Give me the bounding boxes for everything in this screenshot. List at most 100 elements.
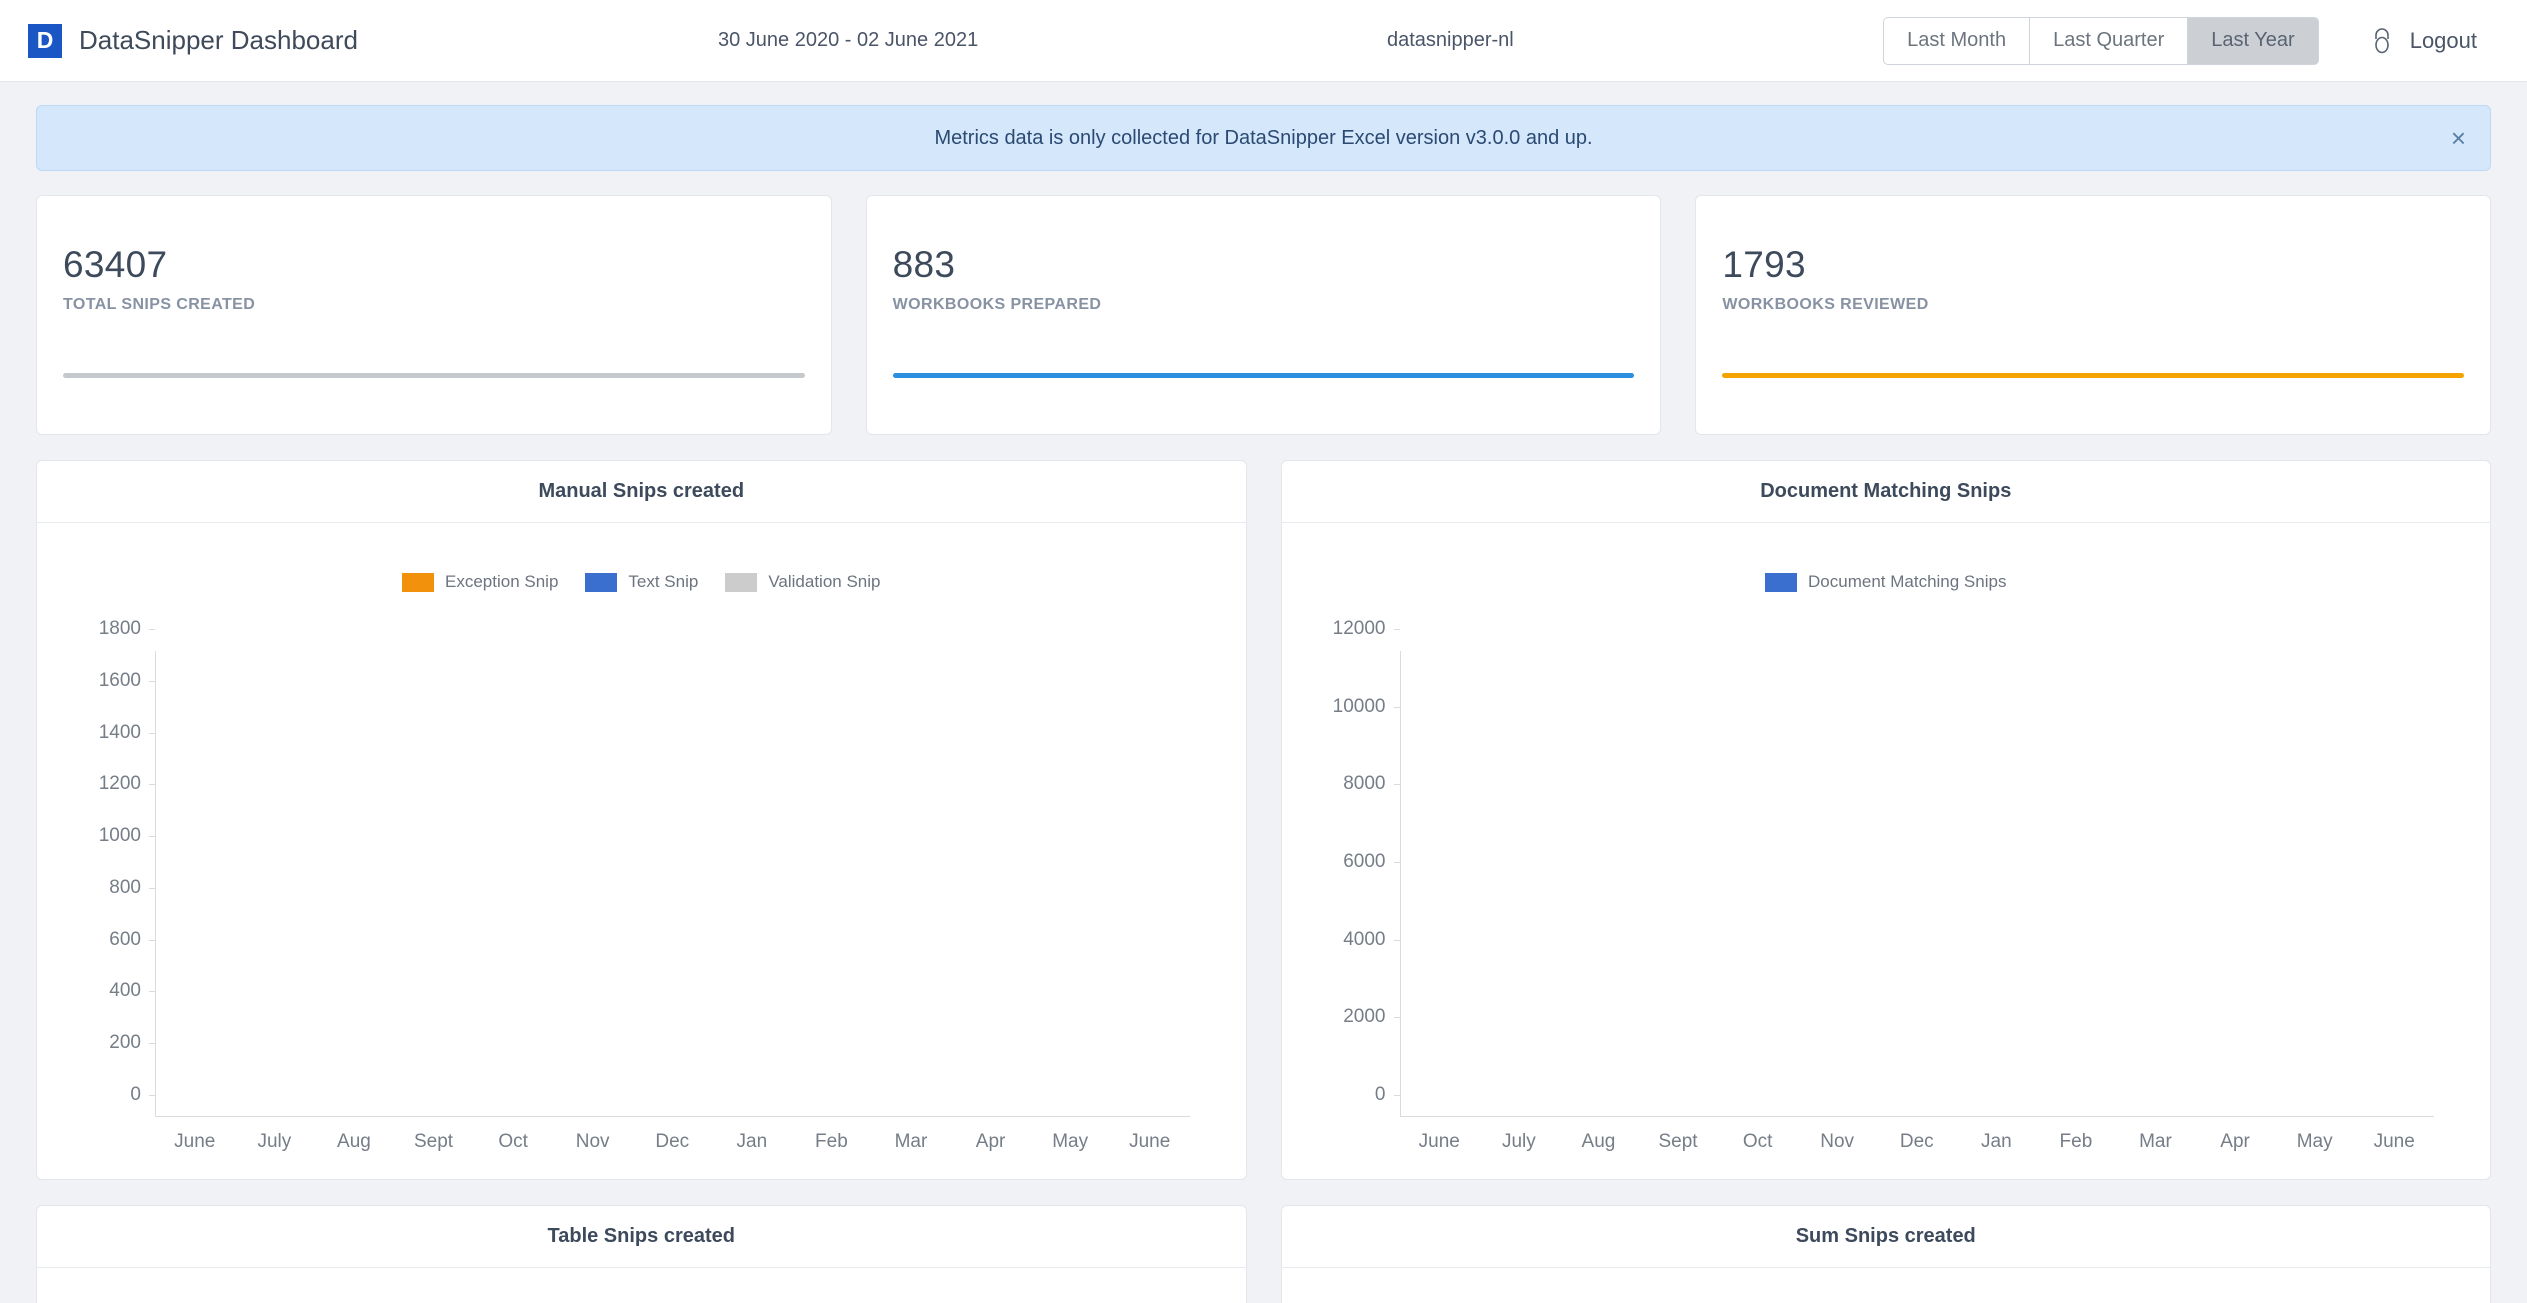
chart-card-manual-snips-created: Manual Snips created Exception Snip Text … bbox=[36, 460, 1247, 1180]
bar-group[interactable]: June bbox=[2354, 651, 2434, 1152]
legend-label: Document Matching Snips bbox=[1808, 572, 2007, 591]
legend-swatch-icon bbox=[585, 572, 618, 592]
bar-group[interactable]: Aug bbox=[1559, 651, 1639, 1152]
bar-group[interactable]: Jan bbox=[1957, 651, 2037, 1152]
y-axis-tick-label: 800 bbox=[109, 877, 155, 899]
stat-label: WORKBOOKS REVIEWED bbox=[1722, 296, 1929, 313]
bar-group[interactable]: June bbox=[1400, 651, 1480, 1152]
x-axis-tick-label: Oct bbox=[498, 1131, 528, 1152]
legend-item[interactable]: Validation Snip bbox=[725, 572, 881, 592]
y-axis-tick-label: 6000 bbox=[1343, 851, 1400, 873]
chart-plot-area: June July Aug Sept Oct Nov Dec Jan Feb Mar Apr May J… bbox=[1333, 618, 2435, 1152]
brand: D DataSnipper Dashboard bbox=[28, 23, 358, 58]
x-axis-tick-label: Jan bbox=[736, 1131, 768, 1152]
x-axis-tick-label: Dec bbox=[655, 1131, 690, 1152]
bar-group[interactable]: Jan bbox=[712, 651, 792, 1152]
header-actions: Last Month Last Quarter Last Year Logout bbox=[1883, 16, 2499, 65]
bar-group[interactable]: Sept bbox=[1638, 651, 1718, 1152]
bar-group[interactable]: Nov bbox=[1797, 651, 1877, 1152]
x-axis-tick-label: Jan bbox=[1981, 1131, 2012, 1152]
range-button-last-quarter[interactable]: Last Quarter bbox=[2030, 16, 2189, 65]
y-axis-tick-label: 1400 bbox=[99, 722, 156, 744]
x-axis-tick-label: June bbox=[2373, 1131, 2415, 1152]
chart-title: Sum Snips created bbox=[1281, 1206, 2490, 1268]
x-axis-tick-label: Feb bbox=[2059, 1131, 2093, 1152]
bar-group[interactable]: June bbox=[1110, 651, 1190, 1152]
stat-progress-bar bbox=[63, 373, 805, 378]
legend-item[interactable]: Document Matching Snips bbox=[1765, 572, 2006, 592]
stat-value: 883 bbox=[892, 244, 956, 285]
stat-progress-bar bbox=[892, 373, 1635, 378]
y-axis-tick-label: 0 bbox=[130, 1084, 155, 1106]
bar-group[interactable]: Feb bbox=[792, 651, 872, 1152]
stat-value: 63407 bbox=[63, 244, 168, 285]
logout-button[interactable]: Logout bbox=[2371, 28, 2477, 54]
bar-group[interactable]: Feb bbox=[2036, 651, 2116, 1152]
x-axis-tick-label: July bbox=[257, 1131, 292, 1152]
datasnipper-logo-icon: D bbox=[28, 23, 62, 58]
stat-card-workbooks-reviewed: 1793 WORKBOOKS REVIEWED bbox=[1695, 195, 2492, 435]
x-axis-tick-label: May bbox=[2296, 1131, 2333, 1152]
legend-item[interactable]: Text Snip bbox=[585, 572, 698, 592]
logout-label: Logout bbox=[2409, 27, 2477, 53]
x-axis-tick-label: Mar bbox=[2139, 1131, 2172, 1152]
bar-group[interactable]: Mar bbox=[871, 651, 951, 1152]
y-axis-tick-label: 12000 bbox=[1333, 618, 1400, 640]
y-axis-tick-label: 8000 bbox=[1343, 773, 1400, 795]
close-icon[interactable]: × bbox=[2451, 125, 2466, 151]
chart-legend: Table Snip bbox=[37, 1268, 1246, 1303]
x-axis-tick-label: June bbox=[174, 1131, 216, 1152]
x-axis-tick-label: Oct bbox=[1742, 1131, 1773, 1152]
x-axis-tick-label: Nov bbox=[1820, 1131, 1855, 1152]
bar-group[interactable]: July bbox=[235, 651, 315, 1152]
y-axis-tick-label: 10000 bbox=[1333, 696, 1400, 718]
bar-group[interactable]: May bbox=[1030, 651, 1110, 1152]
stat-label: WORKBOOKS PREPARED bbox=[892, 296, 1102, 313]
legend-label: Exception Snip bbox=[445, 572, 559, 591]
chart-card-sum-snips-created: Sum Snips created Sum Snip 140 bbox=[1280, 1205, 2491, 1303]
y-axis-tick-label: 0 bbox=[1375, 1084, 1400, 1106]
info-banner-message: Metrics data is only collected for DataS… bbox=[934, 126, 1593, 149]
x-axis-tick-label: June bbox=[1129, 1131, 1171, 1152]
chart-legend: Sum Snip bbox=[1282, 1268, 2491, 1303]
bar-group[interactable]: June bbox=[155, 651, 235, 1152]
legend-swatch-icon bbox=[402, 572, 434, 592]
legend-label: Validation Snip bbox=[768, 572, 881, 591]
legend-swatch-icon bbox=[725, 572, 758, 592]
bar-group[interactable]: Apr bbox=[951, 651, 1031, 1152]
bar-group[interactable]: Dec bbox=[632, 651, 712, 1152]
bar-group[interactable]: Oct bbox=[1718, 651, 1798, 1152]
x-axis-tick-label: Dec bbox=[1899, 1131, 1934, 1152]
y-axis-tick-label: 1600 bbox=[99, 670, 156, 692]
y-axis-tick-label: 2000 bbox=[1343, 1006, 1400, 1028]
x-axis-tick-label: Aug bbox=[1581, 1131, 1616, 1152]
bar-group[interactable]: July bbox=[1479, 651, 1559, 1152]
chart-title: Table Snips created bbox=[37, 1206, 1246, 1268]
stat-label: TOTAL SNIPS CREATED bbox=[63, 296, 256, 313]
range-button-last-month[interactable]: Last Month bbox=[1883, 16, 2031, 65]
date-range-label: 30 June 2020 - 02 June 2021 bbox=[718, 29, 979, 51]
bar-series-container: June July Aug Sept Oct Nov Dec Jan Feb Mar Apr May J… bbox=[155, 651, 1190, 1152]
x-axis-tick-label: Mar bbox=[894, 1131, 928, 1152]
stat-card-workbooks-prepared: 883 WORKBOOKS PREPARED bbox=[865, 195, 1662, 435]
chart-title: Document Matching Snips bbox=[1281, 461, 2490, 523]
chart-title: Manual Snips created bbox=[37, 461, 1246, 523]
chart-card-document-matching-snips: Document Matching Snips Document Matchin… bbox=[1280, 460, 2491, 1180]
y-axis-tick-label: 600 bbox=[109, 929, 155, 951]
bar-group[interactable]: Nov bbox=[553, 651, 633, 1152]
chart-body: Table Snip 120 bbox=[37, 1268, 1246, 1303]
lock-icon bbox=[2374, 27, 2389, 53]
x-axis-tick-label: July bbox=[1501, 1131, 1536, 1152]
charts-row-primary: Manual Snips created Exception Snip Text … bbox=[36, 460, 2491, 1180]
range-button-last-year[interactable]: Last Year bbox=[2188, 16, 2319, 65]
bar-group[interactable]: Oct bbox=[473, 651, 553, 1152]
bar-series-container: June July Aug Sept Oct Nov Dec Jan Feb Mar Apr May J… bbox=[1400, 651, 2435, 1152]
bar-group[interactable]: Aug bbox=[314, 651, 394, 1152]
legend-item[interactable]: Exception Snip bbox=[402, 572, 558, 592]
bar-group[interactable]: Apr bbox=[2195, 651, 2275, 1152]
bar-group[interactable]: Dec bbox=[1877, 651, 1957, 1152]
bar-group[interactable]: Mar bbox=[2116, 651, 2196, 1152]
bar-group[interactable]: Sept bbox=[394, 651, 474, 1152]
y-axis-tick-label: 4000 bbox=[1343, 929, 1400, 951]
bar-group[interactable]: May bbox=[2275, 651, 2355, 1152]
